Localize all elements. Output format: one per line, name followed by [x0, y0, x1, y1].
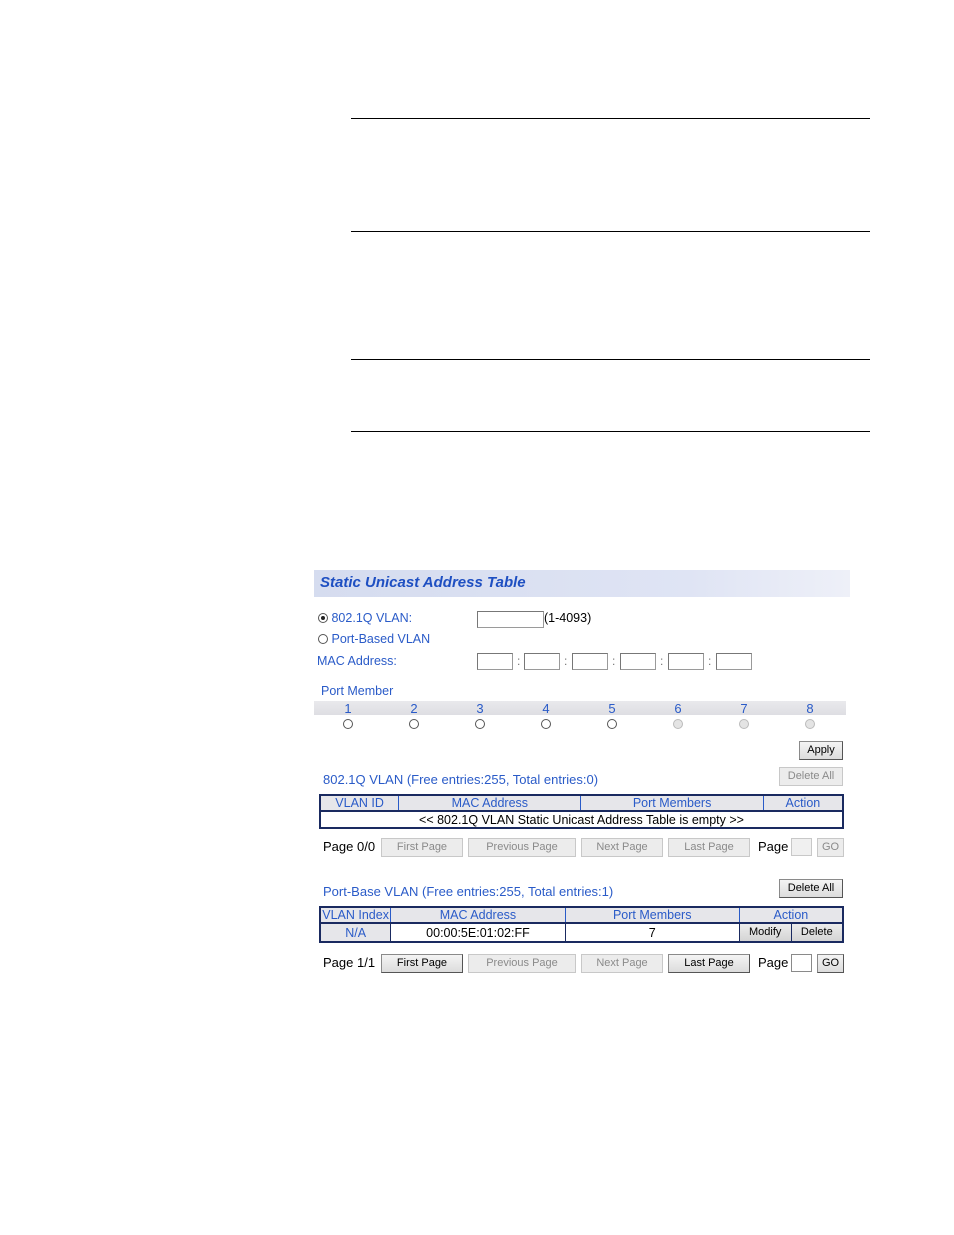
port-6-radio — [673, 719, 683, 729]
dot1q-page-input[interactable] — [791, 838, 812, 856]
cell-mac-address: 00:00:5E:01:02:FF — [390, 922, 566, 943]
column-header-mac-address: MAC Address — [390, 906, 566, 924]
mac-separator: : — [564, 654, 568, 668]
port-number: 7 — [740, 701, 748, 716]
radio-8021q-label: 802.1Q VLAN: — [331, 611, 413, 625]
mac-octet-4-input[interactable] — [620, 653, 656, 670]
table-row: N/A 00:00:5E:01:02:FF 7 Modify Delete — [319, 922, 844, 943]
horizontal-rule — [351, 231, 870, 232]
mac-octet-2-input[interactable] — [524, 653, 560, 670]
port-4-radio[interactable] — [541, 719, 551, 729]
column-header-mac-address: MAC Address — [398, 794, 582, 812]
mac-address-label: MAC Address: — [317, 654, 397, 668]
dot1q-previous-page-button[interactable]: Previous Page — [468, 838, 576, 857]
column-header-action: Action — [738, 906, 844, 924]
port-page-status: Page 1/1 — [323, 955, 376, 970]
port-2-radio[interactable] — [409, 719, 419, 729]
cell-action-modify: Modify — [738, 922, 792, 943]
port-number: 2 — [410, 701, 418, 716]
port-page-label: Page — [758, 955, 789, 970]
panel-title-bar: Static Unicast Address Table — [314, 570, 850, 597]
mac-separator: : — [660, 654, 664, 668]
horizontal-rule — [351, 359, 870, 360]
port-next-page-button[interactable]: Next Page — [581, 954, 663, 973]
port-member-label: Port Member — [321, 684, 394, 698]
port-5-radio[interactable] — [607, 719, 617, 729]
port-number: 8 — [806, 701, 814, 716]
port-3-radio[interactable] — [475, 719, 485, 729]
mac-octet-1-input[interactable] — [477, 653, 513, 670]
port-number: 6 — [674, 701, 682, 716]
radio-8021q-icon[interactable] — [318, 613, 328, 623]
port-previous-page-button[interactable]: Previous Page — [468, 954, 576, 973]
port-last-page-button[interactable]: Last Page — [668, 954, 750, 973]
cell-vlan-index: N/A — [319, 922, 392, 943]
dot1q-next-page-button[interactable]: Next Page — [581, 838, 663, 857]
dot1q-go-button[interactable]: GO — [817, 838, 844, 857]
vlan-id-range: (1-4093) — [544, 611, 592, 625]
column-header-vlan-id: VLAN ID — [319, 794, 400, 812]
dot1q-first-page-button[interactable]: First Page — [381, 838, 463, 857]
static-unicast-panel: Static Unicast Address Table 802.1Q VLAN… — [314, 568, 850, 983]
port-number: 5 — [608, 701, 616, 716]
column-header-port-members: Port Members — [580, 794, 764, 812]
column-header-action: Action — [762, 794, 844, 812]
dot1q-last-page-button[interactable]: Last Page — [668, 838, 750, 857]
port-table-summary: Port-Base VLAN (Free entries:255, Total … — [323, 884, 614, 899]
dot1q-delete-all-button[interactable]: Delete All — [779, 767, 843, 786]
port-table: VLAN Index MAC Address Port Members Acti… — [319, 906, 844, 943]
port-number: 3 — [476, 701, 484, 716]
panel-title: Static Unicast Address Table — [320, 574, 526, 591]
radio-8021q-vlan[interactable]: 802.1Q VLAN: — [318, 611, 412, 625]
apply-button[interactable]: Apply — [799, 741, 843, 760]
mac-separator: : — [612, 654, 616, 668]
column-header-port-members: Port Members — [564, 906, 740, 924]
radio-port-based-icon[interactable] — [318, 634, 328, 644]
empty-table-message: << 802.1Q VLAN Static Unicast Address Ta… — [319, 810, 844, 829]
port-number: 1 — [344, 701, 352, 716]
horizontal-rule — [351, 431, 870, 432]
table-row: << 802.1Q VLAN Static Unicast Address Ta… — [319, 810, 844, 829]
port-number-strip — [314, 701, 846, 715]
port-first-page-button[interactable]: First Page — [381, 954, 463, 973]
radio-port-based-vlan[interactable]: Port-Based VLAN — [318, 632, 430, 646]
port-delete-all-button[interactable]: Delete All — [779, 879, 843, 898]
cell-port-members: 7 — [564, 922, 740, 943]
port-go-button[interactable]: GO — [817, 954, 844, 973]
dot1q-table: VLAN ID MAC Address Port Members Action … — [319, 794, 844, 829]
port-7-radio — [739, 719, 749, 729]
port-8-radio — [805, 719, 815, 729]
column-header-vlan-index: VLAN Index — [319, 906, 392, 924]
port-number: 4 — [542, 701, 550, 716]
dot1q-table-summary: 802.1Q VLAN (Free entries:255, Total ent… — [323, 772, 599, 787]
delete-button[interactable]: Delete — [791, 924, 842, 941]
horizontal-rule — [351, 118, 870, 119]
mac-octet-5-input[interactable] — [668, 653, 704, 670]
dot1q-page-label: Page — [758, 839, 789, 854]
modify-button[interactable]: Modify — [739, 924, 791, 941]
port-1-radio[interactable] — [343, 719, 353, 729]
vlan-id-input[interactable] — [477, 611, 544, 628]
radio-port-based-label: Port-Based VLAN — [331, 632, 431, 646]
mac-separator: : — [708, 654, 712, 668]
port-page-input[interactable] — [791, 954, 812, 972]
cell-action-delete: Delete — [790, 922, 844, 943]
mac-octet-6-input[interactable] — [716, 653, 752, 670]
mac-octet-3-input[interactable] — [572, 653, 608, 670]
mac-separator: : — [517, 654, 521, 668]
dot1q-page-status: Page 0/0 — [323, 839, 376, 854]
